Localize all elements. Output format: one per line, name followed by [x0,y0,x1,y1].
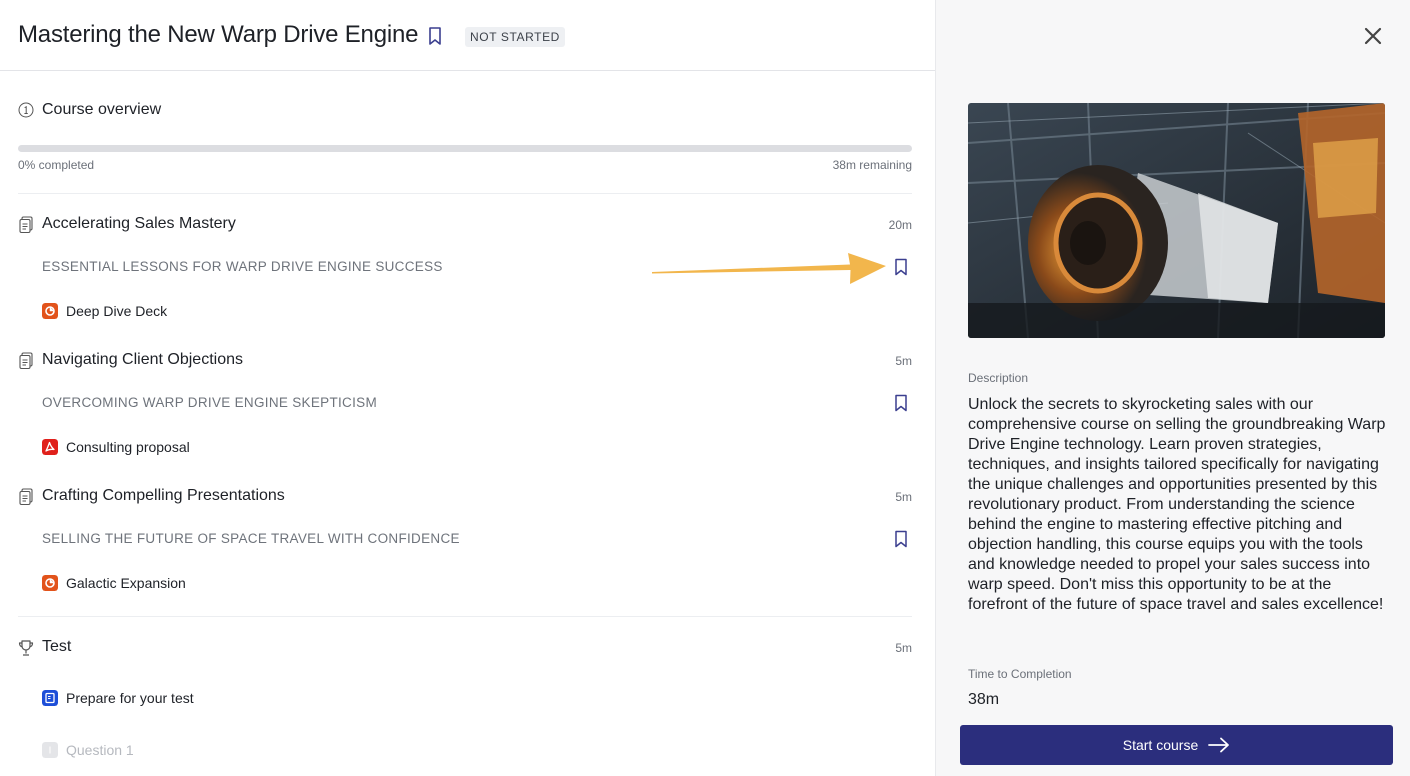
section-subheading: OVERCOMING WARP DRIVE ENGINE SKEPTICISM [42,395,377,410]
divider [18,193,912,194]
course-title: Mastering the New Warp Drive Engine [18,21,419,48]
start-course-label: Start course [1122,737,1199,753]
module-icon [19,352,33,370]
section-header[interactable]: Crafting Compelling Presentations 5m [18,486,912,508]
section-duration: 5m [895,354,912,368]
test-section-header[interactable]: Test 5m [18,637,912,659]
info-icon [18,102,34,118]
bookmark-icon[interactable] [894,258,908,276]
divider [18,616,912,617]
test-item-label: Question 1 [66,742,134,758]
presentation-icon [42,575,58,591]
lesson-item-label: Deep Dive Deck [66,303,168,319]
section-duration: 5m [895,490,912,504]
section-duration: 5m [895,641,912,655]
section-title: Navigating Client Objections [42,351,243,368]
document-icon [42,690,58,706]
section-title: Test [42,638,72,655]
start-course-button[interactable]: Start course [960,725,1393,765]
description-label: Description [968,371,1029,385]
course-outline-panel: Mastering the New Warp Drive Engine NOT … [0,0,935,776]
lesson-item-label: Galactic Expansion [66,575,186,591]
course-header: Mastering the New Warp Drive Engine NOT … [0,0,935,71]
bookmark-icon[interactable] [894,394,908,412]
section-title: Accelerating Sales Mastery [42,215,236,232]
question-icon [42,742,58,758]
course-details-panel: Description Unlock the secrets to skyroc… [935,0,1410,776]
module-icon [19,488,33,506]
module-icon [19,216,33,234]
status-badge: NOT STARTED [465,27,565,47]
progress-bar [18,145,912,152]
overview-label: Course overview [42,101,162,118]
arrow-right-icon [1208,737,1230,753]
time-to-completion-value: 38m [968,691,1000,708]
test-item-label: Prepare for your test [66,690,194,706]
lesson-item-label: Consulting proposal [66,439,190,455]
section-subheading: ESSENTIAL LESSONS FOR WARP DRIVE ENGINE … [42,259,443,274]
course-cover-image [968,103,1385,338]
progress-remaining-text: 38m remaining [832,158,912,172]
close-icon[interactable] [1362,25,1384,47]
section-header[interactable]: Navigating Client Objections 5m [18,350,912,372]
course-description: Unlock the secrets to skyrocketing sales… [968,396,1386,613]
pdf-icon [42,439,58,455]
time-to-completion-label: Time to Completion [968,667,1072,681]
section-subheading: SELLING THE FUTURE OF SPACE TRAVEL WITH … [42,531,460,546]
section-title: Crafting Compelling Presentations [42,487,285,504]
annotation-arrow [652,253,886,284]
section-header[interactable]: Accelerating Sales Mastery 20m [18,214,912,236]
bookmark-icon[interactable] [427,26,443,46]
bookmark-icon[interactable] [894,530,908,548]
progress-completed-text: 0% completed [18,158,95,172]
trophy-icon [18,640,34,656]
presentation-icon [42,303,58,319]
section-duration: 20m [888,218,912,232]
